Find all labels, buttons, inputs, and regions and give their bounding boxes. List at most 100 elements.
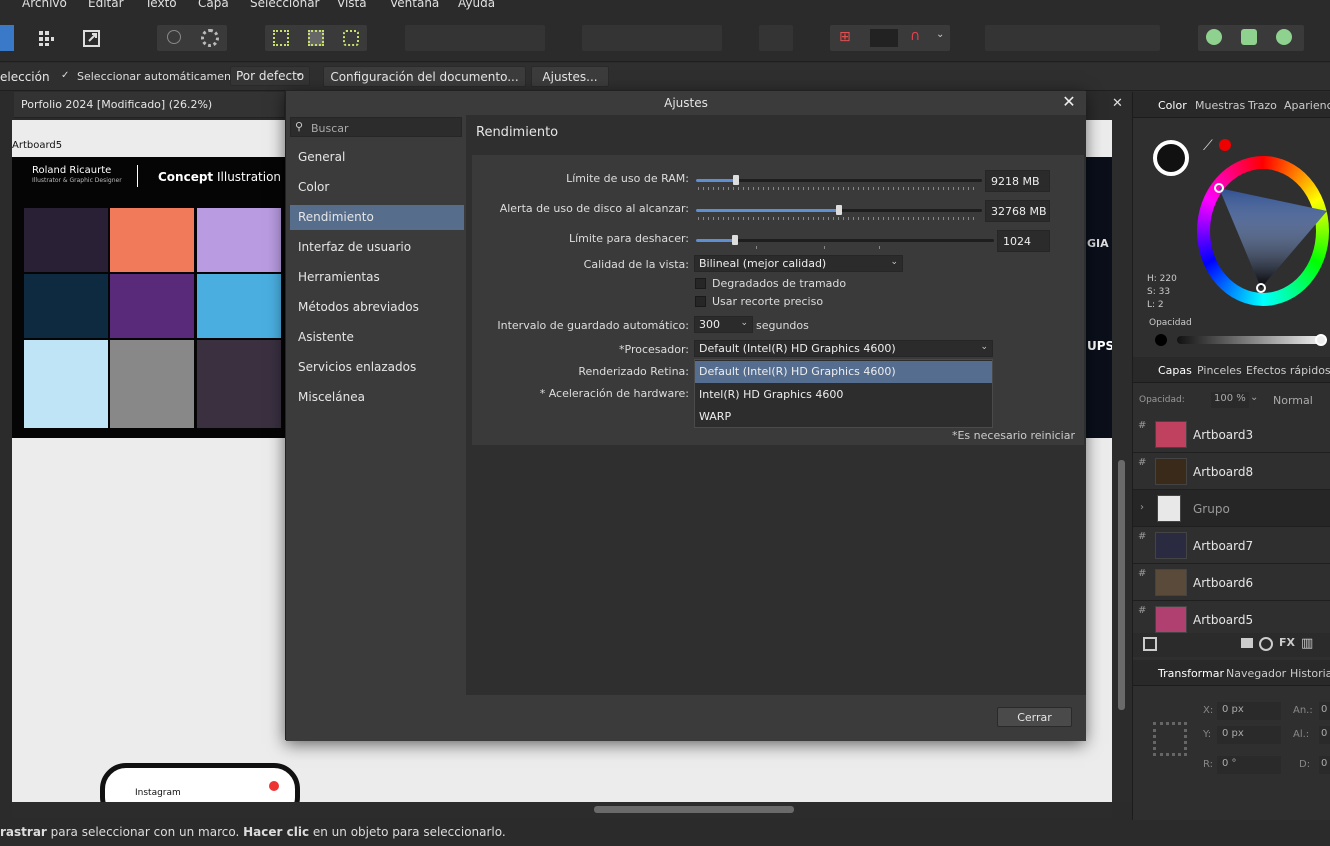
nav-user-interface[interactable]: Interfaz de usuario — [290, 235, 464, 260]
autosave-dropdown[interactable]: 300 ⌄ — [694, 316, 753, 333]
select-all-icon[interactable] — [273, 30, 289, 46]
chevron-down-icon[interactable]: ⌄ — [936, 29, 944, 40]
close-icon[interactable]: ✕ — [1060, 93, 1078, 111]
processor-option[interactable]: Default (Intel(R) HD Graphics 4600) — [695, 361, 992, 383]
settings-button[interactable]: Ajustes... — [531, 66, 609, 87]
document-tab[interactable]: Porfolio 2024 [Modificado] (26.2%) — [14, 92, 284, 118]
layer-row[interactable]: # Artboard3 — [1133, 416, 1330, 453]
undo-limit-field[interactable]: 1024 — [997, 230, 1050, 252]
align-icon[interactable] — [759, 25, 793, 51]
ram-limit-field[interactable]: 9218 MB — [985, 170, 1050, 192]
tab-layers[interactable]: Capas — [1158, 364, 1192, 377]
tab-brushes[interactable]: Pinceles — [1197, 364, 1242, 377]
adjustment-icon[interactable] — [1259, 637, 1273, 651]
width-field[interactable]: 0 — [1319, 702, 1330, 720]
menu-ventana[interactable]: Ventana — [390, 0, 439, 10]
nav-linked-services[interactable]: Servicios enlazados — [290, 355, 464, 380]
arrange-group-icon[interactable] — [405, 25, 545, 51]
blend-mode-dropdown[interactable]: Normal — [1273, 394, 1313, 407]
height-field[interactable]: 0 — [1319, 726, 1330, 744]
menu-ayuda[interactable]: Ayuda — [458, 0, 495, 10]
tab-history[interactable]: Historial — [1290, 667, 1330, 680]
tab-swatches[interactable]: Muestras — [1195, 99, 1245, 112]
opacity-slider-knob[interactable] — [1315, 334, 1327, 346]
auto-select-dropdown[interactable]: Por defecto ⌄ — [230, 66, 310, 86]
nav-misc[interactable]: Miscelánea — [290, 385, 464, 410]
x-field[interactable]: 0 px — [1217, 702, 1281, 720]
grid-persona-icon[interactable] — [33, 25, 59, 51]
layer-row[interactable]: # Artboard6 — [1133, 564, 1330, 601]
dither-gradients-checkbox[interactable] — [695, 278, 706, 289]
nav-general[interactable]: General — [290, 145, 464, 170]
fill-stroke-swatch[interactable] — [1153, 140, 1189, 176]
nav-color[interactable]: Color — [290, 175, 464, 200]
transform-group-icon[interactable] — [582, 25, 722, 51]
close-document-icon[interactable]: ✕ — [1112, 96, 1123, 111]
undo-slider-knob[interactable] — [731, 235, 738, 245]
expand-arrow-icon[interactable]: › — [1140, 502, 1144, 513]
boolean-ops-icon[interactable] — [985, 25, 1160, 51]
menu-seleccionar[interactable]: Seleccionar — [250, 0, 319, 10]
export-persona-icon[interactable] — [79, 25, 105, 51]
disk-slider-knob[interactable] — [836, 205, 842, 215]
menu-archivo[interactable]: Archivo — [22, 0, 67, 10]
snap-toggle-icon[interactable] — [870, 29, 898, 47]
layer-row[interactable]: › Grupo — [1133, 490, 1330, 527]
panel-toggle-1-icon[interactable] — [1206, 29, 1222, 45]
eyedropper-icon[interactable]: ⟋ — [1203, 138, 1213, 154]
artboard[interactable]: Roland Ricaurte Illustrator & Graphic De… — [12, 157, 286, 438]
chevron-down-icon[interactable]: ⌄ — [1250, 392, 1258, 403]
vertical-scrollbar[interactable] — [1112, 120, 1132, 802]
fx-icon[interactable]: FX — [1279, 636, 1295, 649]
tab-color[interactable]: Color — [1158, 99, 1187, 112]
tab-stroke[interactable]: Trazo — [1248, 99, 1277, 112]
ram-slider-knob[interactable] — [733, 175, 740, 185]
select-inverse-icon[interactable] — [308, 30, 324, 46]
processor-option[interactable]: Intel(R) HD Graphics 4600 — [695, 384, 992, 406]
auto-select-checkbox[interactable]: ✓ — [61, 70, 72, 81]
menu-capa[interactable]: Capa — [198, 0, 229, 10]
layer-opacity-field[interactable]: 100 % — [1211, 392, 1249, 408]
nav-performance[interactable]: Rendimiento — [290, 205, 464, 230]
rotation-field[interactable]: 0 ° — [1217, 756, 1281, 774]
processor-option[interactable]: WARP — [695, 406, 992, 428]
tab-quick-fx[interactable]: Efectos rápidos — [1246, 364, 1330, 377]
tab-appearance[interactable]: Aparienci — [1284, 99, 1330, 112]
snap-grid-icon[interactable]: ⊞ — [839, 29, 851, 45]
document-setup-button[interactable]: Configuración del documento... — [323, 66, 526, 87]
mask-icon[interactable] — [1241, 638, 1253, 648]
search-input[interactable]: ⚲ Buscar — [290, 117, 462, 137]
shear-field[interactable]: 0 — [1319, 756, 1330, 774]
view-quality-dropdown[interactable]: Bilineal (mejor calidad) ⌄ — [694, 255, 903, 272]
undo-limit-slider[interactable] — [696, 235, 994, 249]
layer-row[interactable]: # Artboard7 — [1133, 527, 1330, 564]
magnet-icon[interactable]: ∩ — [910, 28, 920, 44]
menu-texto[interactable]: Texto — [145, 0, 177, 10]
nav-assistant[interactable]: Asistente — [290, 325, 464, 350]
vertical-scroll-thumb[interactable] — [1118, 460, 1125, 710]
layer-stack-icon[interactable] — [1143, 637, 1157, 651]
color-wheel[interactable] — [1197, 156, 1330, 306]
menu-vista[interactable]: Vista — [337, 0, 367, 10]
layer-row[interactable]: # Artboard8 — [1133, 453, 1330, 490]
precise-clip-checkbox[interactable] — [695, 296, 706, 307]
disk-alert-field[interactable]: 32768 MB — [985, 200, 1050, 222]
delete-layer-icon[interactable]: ▥ — [1301, 636, 1313, 651]
panel-toggle-3-icon[interactable] — [1276, 29, 1292, 45]
tab-navigator[interactable]: Navegador — [1226, 667, 1286, 680]
nav-shortcuts[interactable]: Métodos abreviados — [290, 295, 464, 320]
designer-persona-icon[interactable] — [0, 25, 14, 51]
menu-editar[interactable]: Editar — [88, 0, 124, 10]
processor-dropdown[interactable]: Default (Intel(R) HD Graphics 4600) ⌄ — [694, 340, 993, 357]
opacity-slider[interactable] — [1177, 336, 1321, 344]
close-button[interactable]: Cerrar — [997, 707, 1072, 727]
view-circle-icon[interactable] — [167, 30, 181, 44]
y-field[interactable]: 0 px — [1217, 726, 1281, 744]
settings-gear-icon[interactable] — [201, 29, 219, 47]
disk-alert-slider[interactable] — [696, 205, 982, 220]
horizontal-scrollbar[interactable] — [12, 802, 1112, 818]
horizontal-scroll-thumb[interactable] — [594, 806, 794, 813]
anchor-selector-icon[interactable] — [1153, 722, 1187, 756]
tab-transform[interactable]: Transformar — [1158, 667, 1224, 680]
select-shape-icon[interactable] — [343, 30, 359, 46]
